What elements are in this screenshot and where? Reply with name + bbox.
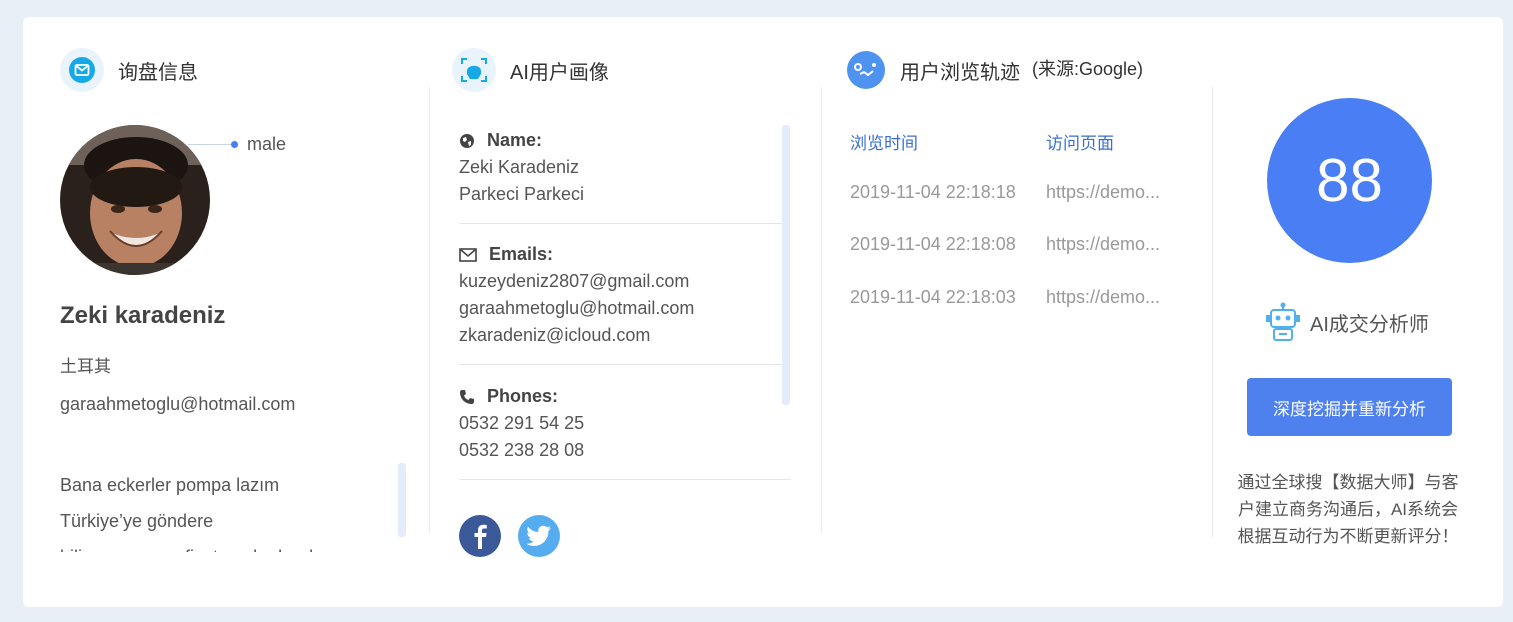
customer-country: 土耳其 <box>60 357 111 376</box>
info-divider <box>459 364 783 365</box>
score-note: 通过全球搜【数据大师】与客户建立商务沟通后，AI系统会根据互动行为不断更新评分！ <box>1237 473 1459 546</box>
message-line: Türkiye’ye göndere <box>60 511 214 531</box>
inquiry-title: 询盘信息 <box>118 61 198 84</box>
portrait-phone: 0532 291 54 25 <box>459 413 585 433</box>
gender-label: male <box>247 134 287 154</box>
browse-time: 2019-11-04 22:18:03 <box>850 287 1016 307</box>
robot-icon <box>1266 302 1300 341</box>
customer-email: garaahmetoglu@hotmail.com <box>60 394 296 414</box>
column-divider <box>1212 87 1213 537</box>
avatar <box>60 125 210 275</box>
message-scrollbar[interactable] <box>398 463 406 537</box>
column-divider <box>429 87 430 533</box>
inquiry-message[interactable]: Bana eckerler pompa lazım Türkiye’ye gön… <box>60 467 390 552</box>
browse-time: 2019-11-04 22:18:18 <box>850 182 1016 202</box>
portrait-title: AI用户画像 <box>510 61 609 84</box>
twitter-icon[interactable] <box>518 515 560 557</box>
info-divider <box>459 479 791 480</box>
portrait-phone: 0532 238 28 08 <box>459 440 585 460</box>
browse-time: 2019-11-04 22:18:08 <box>850 234 1016 254</box>
browsing-source: (来源:Google) <box>1032 59 1144 79</box>
names-label: Name: <box>487 130 543 150</box>
col-header-time: 浏览时间 <box>850 134 918 153</box>
analyst-label: AI成交分析师 <box>1310 313 1429 336</box>
browse-page-link[interactable]: https://demo... <box>1046 287 1160 308</box>
portrait-name: Parkeci Parkeci <box>459 184 585 204</box>
gender-connector <box>188 144 232 145</box>
phones-label-row: Phones: <box>459 383 781 410</box>
envelope-icon <box>459 247 477 262</box>
browsing-header: 用户浏览轨迹 (来源:Google) <box>844 48 1143 92</box>
emails-label-row: Emails: <box>459 241 781 268</box>
portrait-name: Zeki Karadeniz <box>459 157 580 177</box>
gender-dot <box>231 141 238 148</box>
reanalyze-button[interactable]: 深度挖掘并重新分析 <box>1247 378 1452 436</box>
names-label-row: Name: <box>459 127 781 154</box>
globe-icon <box>460 133 474 148</box>
analyst-label-row: AI成交分析师 <box>1264 302 1429 342</box>
phone-icon <box>460 389 474 404</box>
column-divider <box>821 87 822 533</box>
browse-page-link[interactable]: https://demo... <box>1046 234 1160 255</box>
col-header-page: 访问页面 <box>1046 134 1114 153</box>
message-line: Bana eckerler pompa lazım <box>60 475 280 495</box>
phones-block: Phones: 0532 291 54 25 0532 238 28 08 <box>459 383 781 464</box>
browsing-title: 用户浏览轨迹 <box>900 61 1020 84</box>
info-divider <box>459 223 783 224</box>
portrait-header: AI用户画像 <box>452 48 609 92</box>
portrait-email: garaahmetoglu@hotmail.com <box>459 298 695 318</box>
browsing-trail-icon <box>844 48 888 92</box>
facebook-icon[interactable] <box>459 515 501 557</box>
phones-label: Phones: <box>487 386 559 406</box>
names-block: Name: Zeki Karadeniz Parkeci Parkeci <box>459 127 781 208</box>
inquiry-header: 询盘信息 <box>60 48 198 92</box>
customer-name: Zeki karadeniz <box>60 302 226 329</box>
portrait-email: zkaradeniz@icloud.com <box>459 325 651 345</box>
portrait-scrollbar[interactable] <box>782 125 790 405</box>
mail-icon <box>60 48 104 92</box>
customer-card: 询盘信息 male Zeki karadeniz 土耳其 garaahmetog… <box>23 17 1503 607</box>
emails-block: Emails: kuzeydeniz2807@gmail.com garaahm… <box>459 241 781 349</box>
browse-page-link[interactable]: https://demo... <box>1046 182 1160 203</box>
portrait-email: kuzeydeniz2807@gmail.com <box>459 271 690 291</box>
score-circle: 88 <box>1267 98 1432 263</box>
emails-label: Emails: <box>489 244 554 264</box>
ai-face-icon <box>452 48 496 92</box>
message-line: biliyormusunuz fiyatı ne kadar dır <box>60 539 390 552</box>
